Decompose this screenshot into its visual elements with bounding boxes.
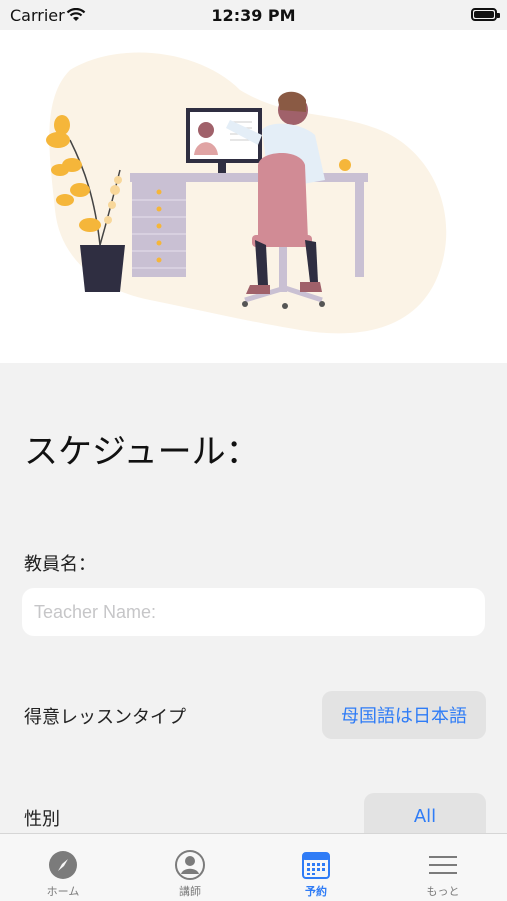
tab-teachers-label: 講師 bbox=[179, 885, 201, 898]
calendar-icon bbox=[302, 852, 330, 879]
compass-icon bbox=[49, 851, 77, 879]
person-icon bbox=[175, 850, 205, 880]
teacher-name-input[interactable] bbox=[22, 588, 485, 636]
gender-label: 性別 bbox=[24, 809, 60, 830]
tab-more[interactable]: もっと bbox=[380, 834, 506, 901]
hero-illustration bbox=[0, 30, 507, 363]
lesson-type-button[interactable]: 母国語は日本語 bbox=[322, 691, 486, 739]
remote-teaching-illustration bbox=[46, 52, 447, 334]
teacher-name-label: 教員名： bbox=[24, 554, 96, 575]
menu-icon bbox=[429, 856, 457, 874]
lesson-type-label: 得意レッスンタイプ bbox=[24, 707, 186, 728]
page-title: スケジュール： bbox=[24, 432, 260, 472]
tab-bar: ホーム 講師 予約 もっと bbox=[0, 833, 507, 901]
tab-reservation-label: 予約 bbox=[305, 885, 327, 898]
tab-teachers[interactable]: 講師 bbox=[127, 834, 253, 901]
lesson-type-value: 母国語は日本語 bbox=[341, 706, 467, 727]
status-bar: Carrier 12:39 PM bbox=[0, 0, 507, 30]
tab-home-label: ホーム bbox=[46, 885, 80, 898]
tab-home[interactable]: ホーム bbox=[0, 834, 126, 901]
tab-reservation[interactable]: 予約 bbox=[253, 834, 379, 901]
clock: 12:39 PM bbox=[211, 6, 296, 25]
tab-more-label: もっと bbox=[426, 885, 460, 898]
gender-value: All bbox=[413, 805, 437, 827]
battery-icon bbox=[471, 8, 500, 21]
